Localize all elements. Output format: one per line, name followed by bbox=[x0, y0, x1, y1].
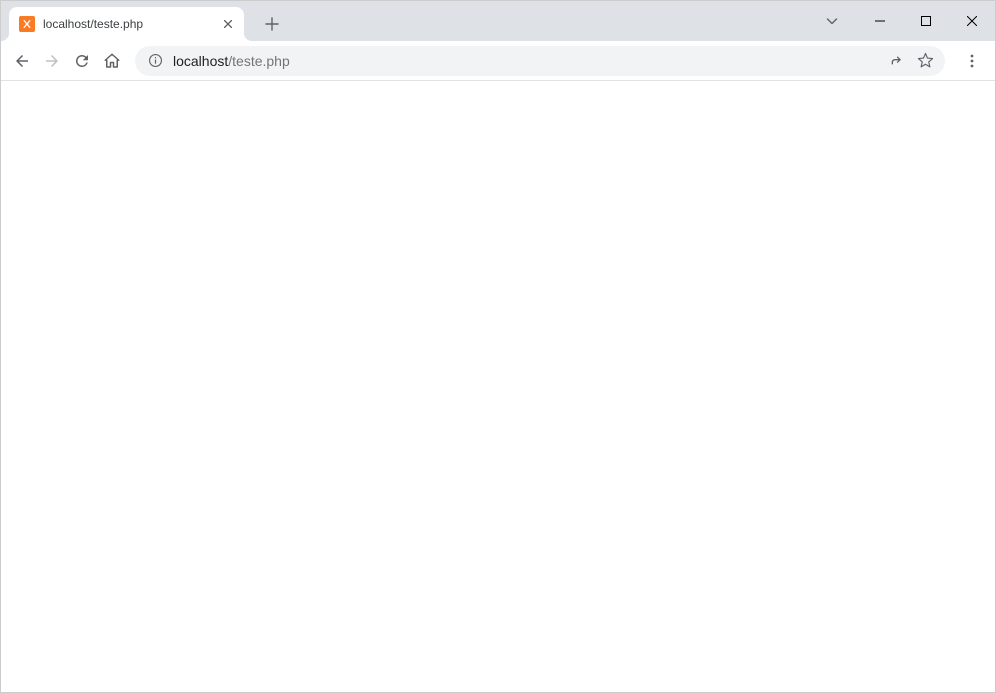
reload-button[interactable] bbox=[67, 46, 97, 76]
home-button[interactable] bbox=[97, 46, 127, 76]
site-info-button[interactable] bbox=[147, 53, 163, 69]
tab-title: localhost/teste.php bbox=[43, 17, 220, 31]
star-icon bbox=[917, 52, 934, 69]
close-icon bbox=[967, 16, 977, 26]
address-bar[interactable]: localhost/teste.php bbox=[135, 46, 945, 76]
share-icon bbox=[889, 53, 905, 69]
close-window-button[interactable] bbox=[949, 6, 995, 36]
info-icon bbox=[148, 53, 163, 68]
browser-tab-active[interactable]: localhost/teste.php bbox=[9, 7, 244, 41]
new-tab-button[interactable] bbox=[258, 10, 286, 38]
minimize-window-button[interactable] bbox=[857, 6, 903, 36]
tab-strip: localhost/teste.php bbox=[1, 1, 995, 41]
page-content bbox=[1, 81, 995, 692]
arrow-right-icon bbox=[43, 52, 61, 70]
close-tab-button[interactable] bbox=[220, 16, 236, 32]
url-text: localhost/teste.php bbox=[173, 53, 883, 69]
plus-icon bbox=[265, 17, 279, 31]
bookmark-button[interactable] bbox=[911, 47, 939, 75]
chrome-menu-button[interactable] bbox=[957, 46, 987, 76]
url-path: /teste.php bbox=[228, 53, 290, 69]
xampp-favicon-icon bbox=[19, 16, 35, 32]
back-button[interactable] bbox=[7, 46, 37, 76]
close-icon bbox=[224, 20, 232, 28]
maximize-icon bbox=[921, 16, 931, 26]
browser-toolbar: localhost/teste.php bbox=[1, 41, 995, 81]
kebab-menu-icon bbox=[964, 53, 980, 69]
home-icon bbox=[103, 52, 121, 70]
window-controls bbox=[815, 1, 995, 41]
forward-button[interactable] bbox=[37, 46, 67, 76]
reload-icon bbox=[73, 52, 91, 70]
arrow-left-icon bbox=[13, 52, 31, 70]
tab-row: localhost/teste.php bbox=[1, 1, 815, 41]
minimize-icon bbox=[875, 16, 885, 26]
url-host: localhost bbox=[173, 53, 228, 69]
maximize-window-button[interactable] bbox=[903, 6, 949, 36]
share-button[interactable] bbox=[883, 47, 911, 75]
search-tabs-button[interactable] bbox=[815, 6, 849, 36]
chevron-down-icon bbox=[825, 14, 839, 28]
